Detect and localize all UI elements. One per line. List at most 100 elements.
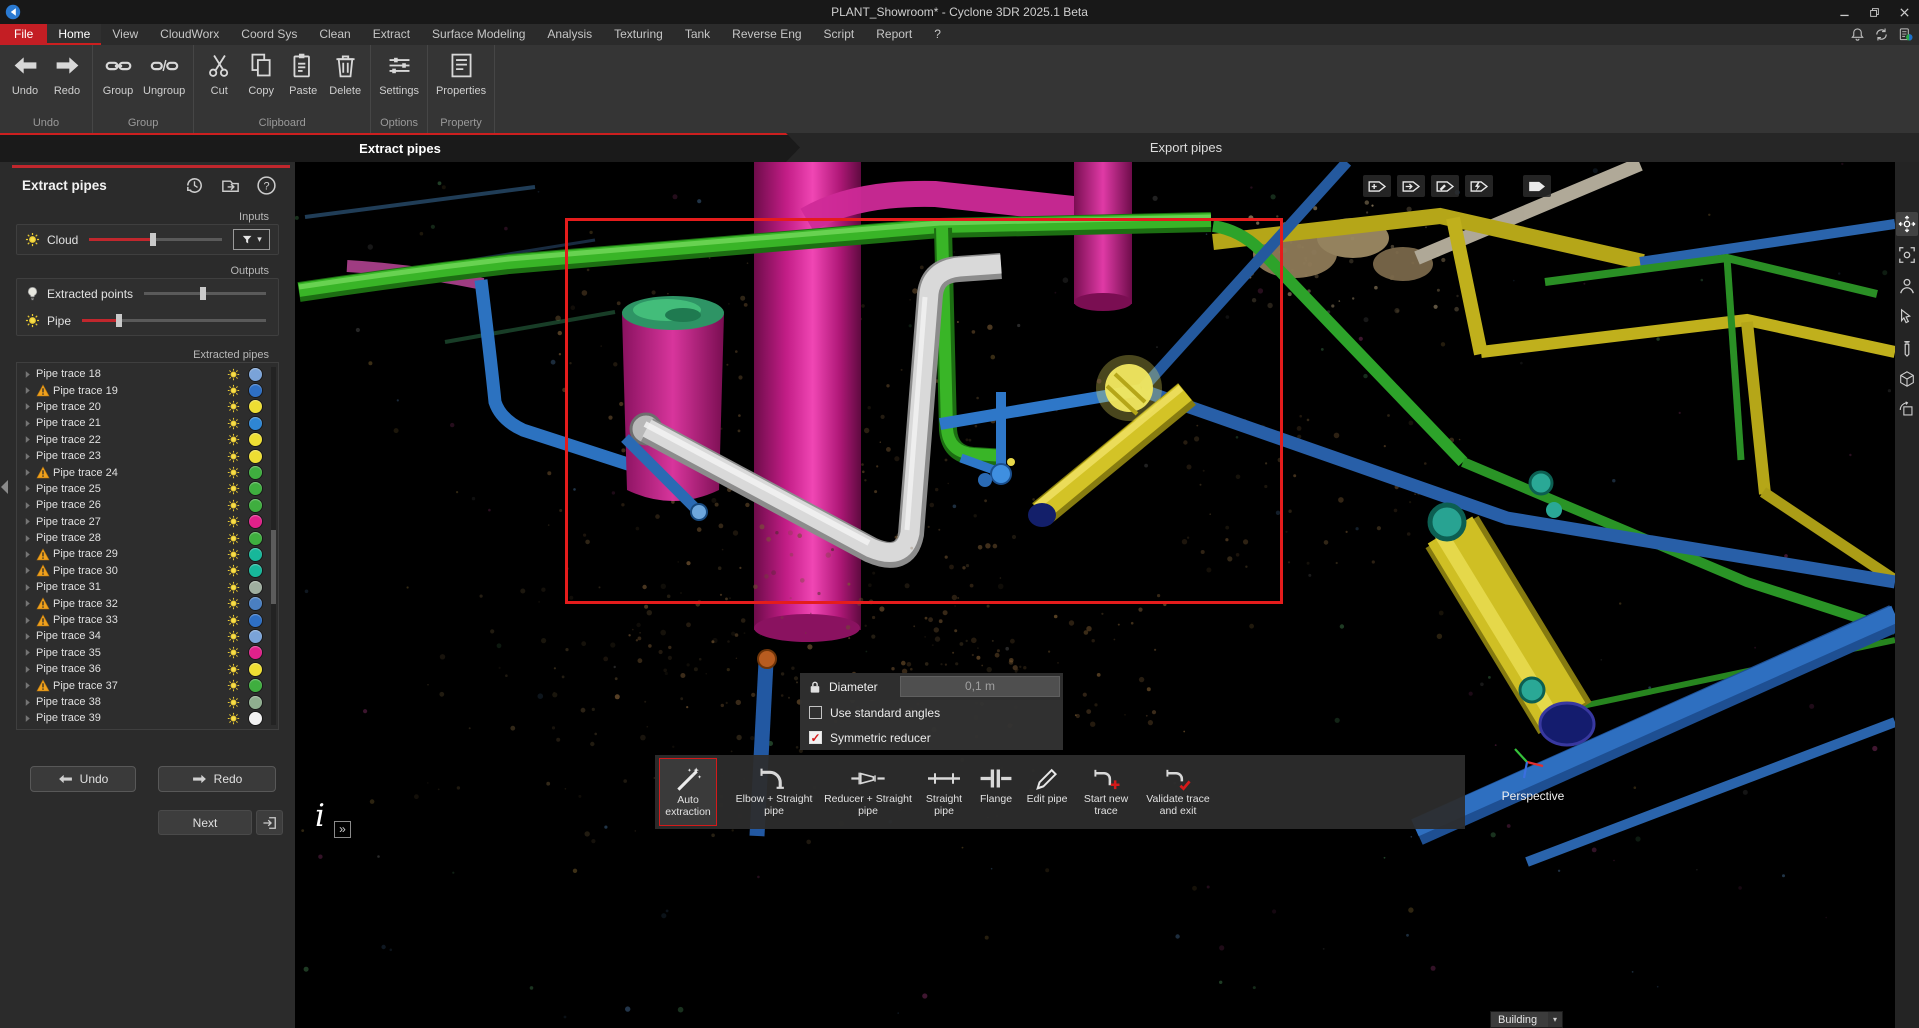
checkbox-row-use-standard-angles[interactable]: Use standard angles: [800, 700, 1063, 725]
pipe-color-swatch[interactable]: [249, 646, 262, 659]
chevron-icon[interactable]: [24, 616, 32, 625]
menu-texturing[interactable]: Texturing: [603, 24, 674, 45]
start-new-trace-button[interactable]: Start new trace: [1075, 758, 1137, 826]
pipe-color-swatch[interactable]: [249, 482, 262, 495]
chevron-icon[interactable]: [24, 714, 32, 723]
menu-tank[interactable]: Tank: [674, 24, 721, 45]
points-opacity-slider[interactable]: [144, 292, 266, 295]
reducer-straight-pipe-button[interactable]: Reducer + Straight pipe: [821, 758, 915, 826]
sun-icon[interactable]: [227, 400, 240, 413]
sun-icon[interactable]: [227, 581, 240, 594]
chevron-icon[interactable]: [24, 484, 32, 493]
pipe-trace-row[interactable]: Pipe trace 28: [17, 530, 278, 546]
pipe-color-swatch[interactable]: [249, 712, 262, 725]
auto-extraction-button[interactable]: Auto extraction: [659, 758, 717, 826]
redo-button[interactable]: Redo: [46, 47, 88, 99]
info-button[interactable]: i: [315, 798, 325, 834]
tab-extract-pipes[interactable]: Extract pipes: [0, 133, 800, 162]
paste-button[interactable]: Paste: [282, 47, 324, 99]
panel-undo-button[interactable]: Undo: [30, 766, 136, 792]
chevron-icon[interactable]: [24, 583, 32, 592]
bell-icon[interactable]: [1850, 27, 1865, 42]
pipe-color-swatch[interactable]: [249, 433, 262, 446]
sun-icon[interactable]: [227, 630, 240, 643]
pipe-color-swatch[interactable]: [249, 548, 262, 561]
pipe-color-swatch[interactable]: [249, 614, 262, 627]
pipe-color-swatch[interactable]: [249, 400, 262, 413]
chevron-icon[interactable]: [24, 632, 32, 641]
viewport-3d[interactable]: Diameter 0,1 m Use standard angles✓Symme…: [295, 162, 1895, 1028]
sun-icon[interactable]: [227, 679, 240, 692]
pipe-trace-row[interactable]: Pipe trace 26: [17, 497, 278, 513]
visibility-sun-icon[interactable]: [25, 313, 40, 328]
menu-coord-sys[interactable]: Coord Sys: [230, 24, 308, 45]
chevron-icon[interactable]: [24, 435, 32, 444]
sun-icon[interactable]: [227, 499, 240, 512]
menu-extract[interactable]: Extract: [362, 24, 421, 45]
sun-icon[interactable]: [227, 450, 240, 463]
checkbox[interactable]: [809, 706, 822, 719]
scrollbar-thumb[interactable]: [271, 530, 276, 604]
rotate-view-button[interactable]: [1896, 398, 1918, 422]
chevron-icon[interactable]: [24, 648, 32, 657]
lock-icon[interactable]: [809, 680, 821, 694]
sun-icon[interactable]: [227, 482, 240, 495]
fit-view-button[interactable]: [1896, 243, 1918, 267]
pipe-trace-row[interactable]: Pipe trace 31: [17, 579, 278, 595]
list-scrollbar[interactable]: [271, 367, 276, 725]
sun-icon[interactable]: [227, 614, 240, 627]
pipe-color-swatch[interactable]: [249, 515, 262, 528]
user-view-button[interactable]: [1896, 274, 1918, 298]
navigate-button[interactable]: [1896, 212, 1918, 236]
info-expand-button[interactable]: »: [334, 821, 351, 838]
sun-icon[interactable]: [227, 515, 240, 528]
iso-cube-button[interactable]: [1896, 367, 1918, 391]
chevron-icon[interactable]: [24, 550, 32, 559]
sun-icon[interactable]: [227, 548, 240, 561]
chevron-icon[interactable]: [24, 468, 32, 477]
pipe-trace-row[interactable]: Pipe trace 25: [17, 481, 278, 497]
level-selector[interactable]: Building ▾: [1490, 1011, 1563, 1028]
pipette-button[interactable]: [1896, 336, 1918, 360]
menu-view[interactable]: View: [101, 24, 149, 45]
tag-add-button[interactable]: [1363, 175, 1391, 197]
help-icon[interactable]: ?: [256, 175, 277, 196]
menu-surface-modeling[interactable]: Surface Modeling: [421, 24, 536, 45]
bulb-icon[interactable]: [25, 286, 40, 301]
panel-redo-button[interactable]: Redo: [158, 766, 276, 792]
pipe-trace-row[interactable]: Pipe trace 36: [17, 661, 278, 677]
pipe-color-swatch[interactable]: [249, 466, 262, 479]
sun-icon[interactable]: [227, 466, 240, 479]
sun-icon[interactable]: [227, 417, 240, 430]
sync-icon[interactable]: [1874, 27, 1889, 42]
chevron-icon[interactable]: [24, 370, 32, 379]
slider-thumb[interactable]: [150, 233, 156, 246]
sun-icon[interactable]: [227, 532, 240, 545]
pipe-trace-row[interactable]: Pipe trace 20: [17, 399, 278, 415]
pipe-color-swatch[interactable]: [249, 630, 262, 643]
sun-icon[interactable]: [227, 712, 240, 725]
pipe-trace-row[interactable]: Pipe trace 30: [17, 563, 278, 579]
sun-icon[interactable]: [227, 433, 240, 446]
menu-file[interactable]: File: [0, 24, 47, 45]
pipe-color-swatch[interactable]: [249, 679, 262, 692]
pipe-color-swatch[interactable]: [249, 696, 262, 709]
slider-thumb[interactable]: [200, 287, 206, 300]
panel-collapse-arrow[interactable]: [1, 480, 8, 494]
pipe-trace-row[interactable]: Pipe trace 33: [17, 612, 278, 628]
visibility-sun-icon[interactable]: [25, 232, 40, 247]
chevron-icon[interactable]: [24, 534, 32, 543]
flange-button[interactable]: Flange: [973, 758, 1019, 826]
projection-label[interactable]: Perspective: [1473, 789, 1593, 803]
pipe-trace-row[interactable]: Pipe trace 27: [17, 514, 278, 530]
pipe-trace-row[interactable]: Pipe trace 32: [17, 595, 278, 611]
menu-clean[interactable]: Clean: [308, 24, 361, 45]
pipe-trace-row[interactable]: Pipe trace 38: [17, 694, 278, 710]
checkbox[interactable]: ✓: [809, 731, 822, 744]
pipe-color-swatch[interactable]: [249, 564, 262, 577]
pipe-color-swatch[interactable]: [249, 581, 262, 594]
sun-icon[interactable]: [227, 564, 240, 577]
chevron-icon[interactable]: [24, 681, 32, 690]
history-icon[interactable]: [184, 175, 205, 196]
cloud-row[interactable]: Cloud ▾: [23, 226, 272, 253]
